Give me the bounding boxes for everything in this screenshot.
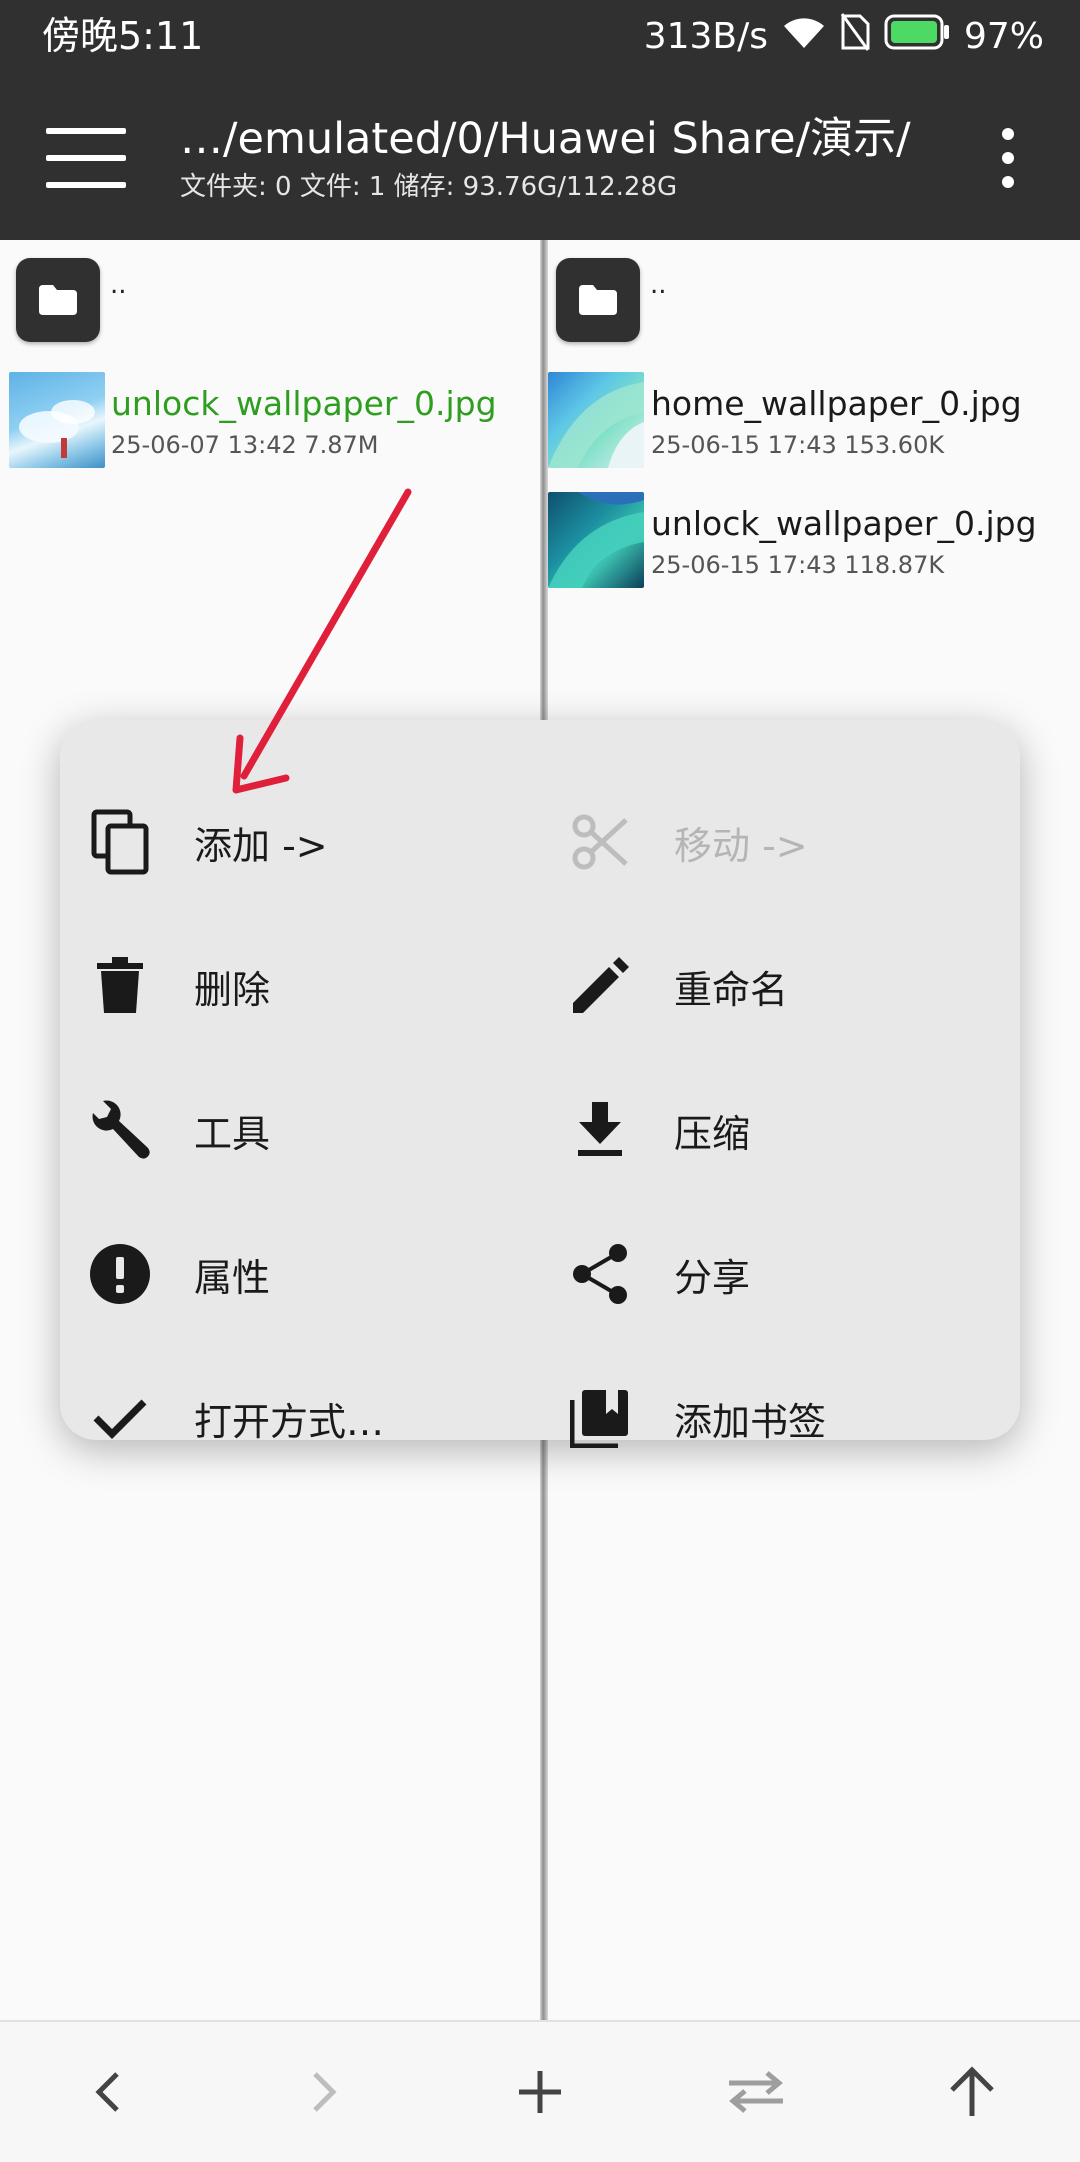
parent-folder-label: .. — [650, 270, 667, 300]
check-icon — [86, 1384, 154, 1452]
status-time: 傍晚5:11 — [42, 14, 204, 58]
context-menu: 添加 -> 移动 -> 删除 重命名 工具 压缩 属性 分享 打开方式… 添加书… — [60, 720, 1020, 1448]
image-thumbnail — [548, 492, 644, 588]
net-speed: 313B/s — [643, 15, 768, 57]
file-row[interactable]: home_wallpaper_0.jpg 25-06-15 17:43 153.… — [548, 370, 1080, 480]
download-icon — [566, 1096, 634, 1164]
image-thumbnail — [9, 372, 105, 468]
parent-folder-label: .. — [110, 270, 127, 300]
file-row[interactable]: unlock_wallpaper_0.jpg 25-06-07 13:42 7.… — [0, 370, 540, 480]
file-name: home_wallpaper_0.jpg — [651, 384, 1022, 423]
parent-folder-row[interactable]: .. — [548, 240, 1080, 360]
menu-item-compress[interactable]: 压缩 — [566, 1080, 750, 1180]
menu-item-properties[interactable]: 属性 — [86, 1224, 270, 1324]
folder-icon — [16, 258, 100, 342]
wifi-icon — [782, 14, 826, 59]
current-path: …/emulated/0/Huawei Share/演示/ — [180, 114, 911, 164]
add-icon[interactable] — [480, 2022, 600, 2162]
file-meta: 25-06-15 17:43 153.60K — [651, 431, 945, 459]
share-icon — [566, 1240, 634, 1308]
swap-icon[interactable] — [696, 2022, 816, 2162]
forward-icon[interactable] — [264, 2022, 384, 2162]
trash-icon — [86, 952, 154, 1020]
menu-item-tools[interactable]: 工具 — [86, 1080, 270, 1180]
wrench-icon — [86, 1096, 154, 1164]
menu-item-add-bookmark[interactable]: 添加书签 — [566, 1368, 826, 1468]
file-meta: 25-06-07 13:42 7.87M — [111, 431, 379, 459]
copy-icon — [86, 808, 154, 876]
up-icon[interactable] — [912, 2022, 1032, 2162]
menu-item-move: 移动 -> — [566, 792, 808, 892]
info-icon — [86, 1240, 154, 1308]
file-name: unlock_wallpaper_0.jpg — [111, 384, 497, 423]
more-vert-icon[interactable] — [996, 128, 1020, 188]
menu-item-add[interactable]: 添加 -> — [86, 792, 328, 892]
file-name: unlock_wallpaper_0.jpg — [651, 504, 1037, 543]
hamburger-menu-icon[interactable] — [46, 128, 126, 188]
app-bar: 傍晚5:11 313B/s 97% …/emulated/0/Huawei Sh… — [0, 0, 1080, 240]
folder-icon — [556, 258, 640, 342]
no-sim-icon — [840, 12, 870, 61]
back-icon[interactable] — [48, 2022, 168, 2162]
file-meta: 25-06-15 17:43 118.87K — [651, 551, 945, 579]
menu-item-rename[interactable]: 重命名 — [566, 936, 788, 1036]
bottom-toolbar — [0, 2020, 1080, 2162]
menu-item-share[interactable]: 分享 — [566, 1224, 750, 1324]
battery-icon — [884, 13, 950, 60]
image-thumbnail — [548, 372, 644, 468]
status-right: 313B/s 97% — [643, 12, 1044, 61]
menu-item-delete[interactable]: 删除 — [86, 936, 270, 1036]
menu-item-open-with[interactable]: 打开方式… — [86, 1368, 384, 1468]
bookmark-icon — [566, 1384, 634, 1452]
scissors-icon — [566, 808, 634, 876]
pencil-icon — [566, 952, 634, 1020]
storage-summary: 文件夹: 0 文件: 1 储存: 93.76G/112.28G — [180, 172, 678, 202]
file-row[interactable]: unlock_wallpaper_0.jpg 25-06-15 17:43 11… — [548, 490, 1080, 600]
battery-percent: 97% — [963, 15, 1044, 57]
